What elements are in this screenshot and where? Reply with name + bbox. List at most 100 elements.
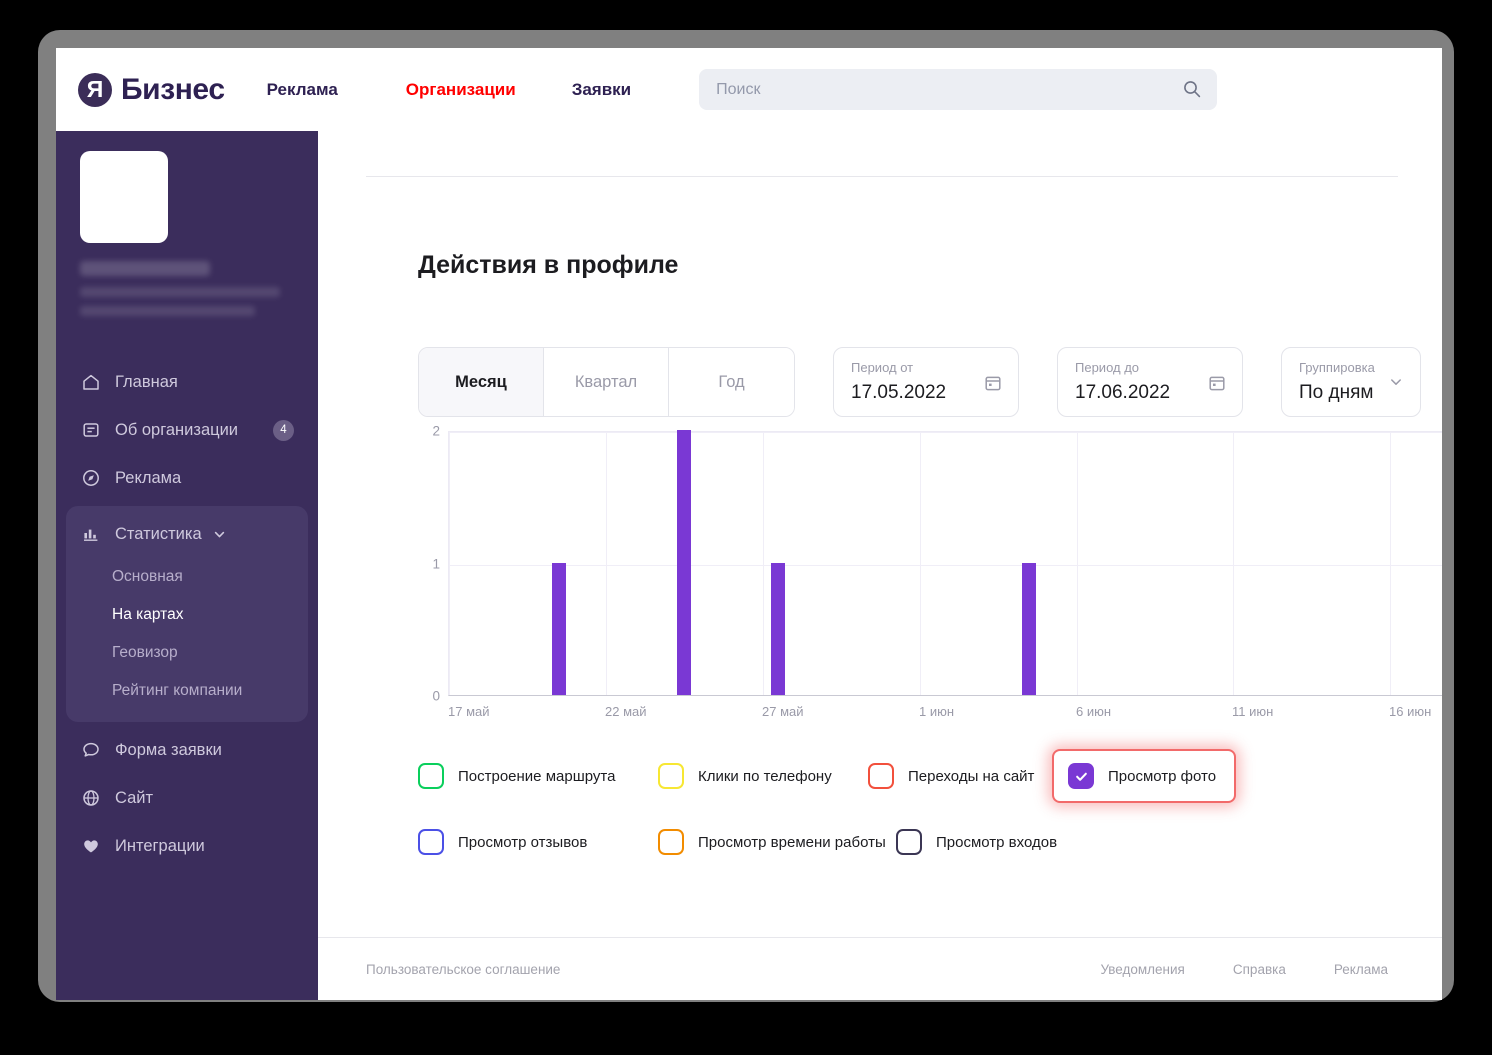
grouping-select[interactable]: Группировка По дням bbox=[1281, 347, 1421, 417]
brand-logo[interactable]: Я Бизнес bbox=[78, 72, 225, 107]
legend-item-prosmotr-foto[interactable]: Просмотр фото bbox=[1054, 751, 1235, 801]
sidebar-item-reyting-kompanii[interactable]: Рейтинг компании bbox=[66, 672, 308, 710]
date-to-value: 17.06.2022 bbox=[1075, 382, 1171, 403]
legend-label: Просмотр фото bbox=[1108, 767, 1217, 785]
chevron-down-icon[interactable] bbox=[212, 527, 227, 542]
sidebar-item-na-kartah[interactable]: На картах bbox=[66, 596, 308, 634]
legend-label: Просмотр входов bbox=[936, 833, 1058, 851]
chart-bar[interactable] bbox=[552, 562, 566, 695]
chart-legend: Построение маршрута Клики по телефону Пе… bbox=[418, 751, 1418, 883]
chart-gridline-vertical bbox=[920, 432, 921, 695]
chart-y-tick-label: 0 bbox=[432, 688, 440, 704]
date-to-field[interactable]: Период до 17.06.2022 bbox=[1057, 347, 1243, 417]
search-input[interactable] bbox=[716, 80, 1167, 99]
top-navigation-bar: Я Бизнес Реклама Организации Заявки bbox=[56, 48, 1442, 131]
sidebar-item-glavnaya[interactable]: Главная bbox=[56, 358, 318, 406]
checkbox-perehody-na-sayt[interactable] bbox=[868, 763, 894, 789]
sidebar-item-ob-organizacii[interactable]: Об организации 4 bbox=[56, 406, 318, 454]
sidebar-item-statistika[interactable]: Статистика bbox=[66, 510, 308, 558]
footer-links: Уведомления Справка Реклама bbox=[1052, 962, 1388, 977]
sidebar-item-label: Сайт bbox=[115, 788, 154, 807]
date-to-label: Период до bbox=[1075, 360, 1140, 375]
sidebar-item-label: Интеграции bbox=[115, 836, 205, 855]
checkbox-prosmotr-foto[interactable] bbox=[1068, 763, 1094, 789]
legend-label: Просмотр времени работы bbox=[698, 833, 886, 851]
sidebar-item-label: Статистика bbox=[115, 524, 202, 543]
footer: Пользовательское соглашение Уведомления … bbox=[318, 937, 1442, 1000]
sidebar-item-osnovnaya[interactable]: Основная bbox=[66, 558, 308, 596]
sidebar: Главная Об организации 4 Реклама Статист… bbox=[56, 131, 318, 1000]
chart-gridline-horizontal bbox=[449, 564, 1442, 566]
chart-x-tick-label: 11 июн bbox=[1232, 704, 1274, 719]
legend-item-kliki-po-telefonu[interactable]: Клики по телефону bbox=[658, 763, 868, 789]
chart-x-tick-label: 1 июн bbox=[919, 704, 955, 719]
checkbox-prosmotr-otzyvov[interactable] bbox=[418, 829, 444, 855]
footer-user-agreement-link[interactable]: Пользовательское соглашение bbox=[366, 962, 560, 977]
chart-x-tick-label: 27 май bbox=[762, 704, 804, 719]
sidebar-item-integracii[interactable]: Интеграции bbox=[56, 822, 318, 870]
sidebar-item-reklama[interactable]: Реклама bbox=[56, 454, 318, 502]
sidebar-item-label: Об организации bbox=[115, 420, 239, 439]
date-from-value: 17.05.2022 bbox=[851, 382, 947, 403]
chevron-down-icon[interactable] bbox=[1388, 374, 1404, 395]
organization-name bbox=[80, 261, 210, 276]
chart-gridline-vertical bbox=[1077, 432, 1078, 695]
sidebar-item-forma-zayavki[interactable]: Форма заявки bbox=[56, 726, 318, 774]
calendar-icon[interactable] bbox=[984, 374, 1002, 397]
nav-item-organizacii[interactable]: Организации bbox=[406, 80, 516, 100]
checkbox-prosmotr-vremeni-raboty[interactable] bbox=[658, 829, 684, 855]
legend-item-prosmotr-vhodov[interactable]: Просмотр входов bbox=[896, 829, 1057, 855]
sidebar-item-label: Главная bbox=[115, 372, 178, 391]
main-nav: Реклама Организации Заявки bbox=[267, 80, 700, 100]
chart-gridline-vertical bbox=[1233, 432, 1234, 695]
chart-controls: Месяц Квартал Год Период от 17.05.2022 П… bbox=[418, 347, 1421, 417]
tab-kvartal[interactable]: Квартал bbox=[544, 348, 669, 416]
legend-label: Клики по телефону bbox=[698, 767, 832, 785]
chart-bar[interactable] bbox=[771, 562, 785, 695]
footer-link-spravka[interactable]: Справка bbox=[1233, 962, 1286, 977]
footer-link-uvedomleniya[interactable]: Уведомления bbox=[1100, 962, 1184, 977]
chart-bar[interactable] bbox=[677, 430, 691, 695]
search-icon[interactable] bbox=[1183, 80, 1201, 103]
footer-link-reklama[interactable]: Реклама bbox=[1334, 962, 1388, 977]
globe-icon bbox=[80, 787, 102, 809]
legend-row: Построение маршрута Клики по телефону Пе… bbox=[418, 751, 1418, 801]
legend-item-postroenie-marshruta[interactable]: Построение маршрута bbox=[418, 763, 658, 789]
main-content: Действия в профиле Месяц Квартал Год Пер… bbox=[318, 131, 1442, 1000]
calendar-icon[interactable] bbox=[1208, 374, 1226, 397]
checkbox-prosmotr-vhodov[interactable] bbox=[896, 829, 922, 855]
chart-x-tick-label: 22 май bbox=[605, 704, 647, 719]
organization-address-line bbox=[80, 306, 255, 316]
chart-x-tick-label: 16 июн bbox=[1389, 704, 1432, 719]
tab-mesyac[interactable]: Месяц bbox=[419, 348, 544, 416]
legend-row: Просмотр отзывов Просмотр времени работы… bbox=[418, 829, 1418, 855]
chart-gridline-horizontal bbox=[449, 432, 1442, 433]
chart-gridline-vertical bbox=[606, 432, 607, 695]
chart-gridline-vertical bbox=[449, 432, 450, 695]
compass-icon bbox=[80, 467, 102, 489]
legend-item-prosmotr-vremeni-raboty[interactable]: Просмотр времени работы bbox=[658, 829, 896, 855]
period-tab-group: Месяц Квартал Год bbox=[418, 347, 795, 417]
nav-item-zayavki[interactable]: Заявки bbox=[572, 80, 631, 100]
organization-address-line bbox=[80, 287, 280, 297]
sidebar-item-geovizor[interactable]: Геовизор bbox=[66, 634, 308, 672]
home-icon bbox=[80, 371, 102, 393]
nav-item-reklama[interactable]: Реклама bbox=[267, 80, 338, 100]
profile-actions-chart: 0 1 2 17 май 22 май 27 май 1 июн 6 июн 11 июн 16… bbox=[418, 424, 1442, 724]
chart-y-axis: 0 1 2 bbox=[418, 424, 440, 704]
checkbox-postroenie-marshruta[interactable] bbox=[418, 763, 444, 789]
date-from-field[interactable]: Период от 17.05.2022 bbox=[833, 347, 1019, 417]
checkbox-kliki-po-telefonu[interactable] bbox=[658, 763, 684, 789]
search-bar[interactable] bbox=[699, 69, 1218, 110]
chart-bar[interactable] bbox=[1022, 562, 1036, 695]
legend-label: Переходы на сайт bbox=[908, 767, 1035, 785]
sidebar-item-sayt[interactable]: Сайт bbox=[56, 774, 318, 822]
sidebar-menu: Главная Об организации 4 Реклама Статист… bbox=[56, 358, 318, 870]
chart-y-tick-label: 1 bbox=[432, 556, 440, 571]
legend-item-perehody-na-sayt[interactable]: Переходы на сайт bbox=[868, 763, 1068, 789]
tab-god[interactable]: Год bbox=[669, 348, 794, 416]
legend-item-prosmotr-otzyvov[interactable]: Просмотр отзывов bbox=[418, 829, 658, 855]
sidebar-item-label: Реклама bbox=[115, 468, 182, 487]
organization-avatar[interactable] bbox=[80, 151, 168, 243]
document-icon bbox=[80, 419, 102, 441]
